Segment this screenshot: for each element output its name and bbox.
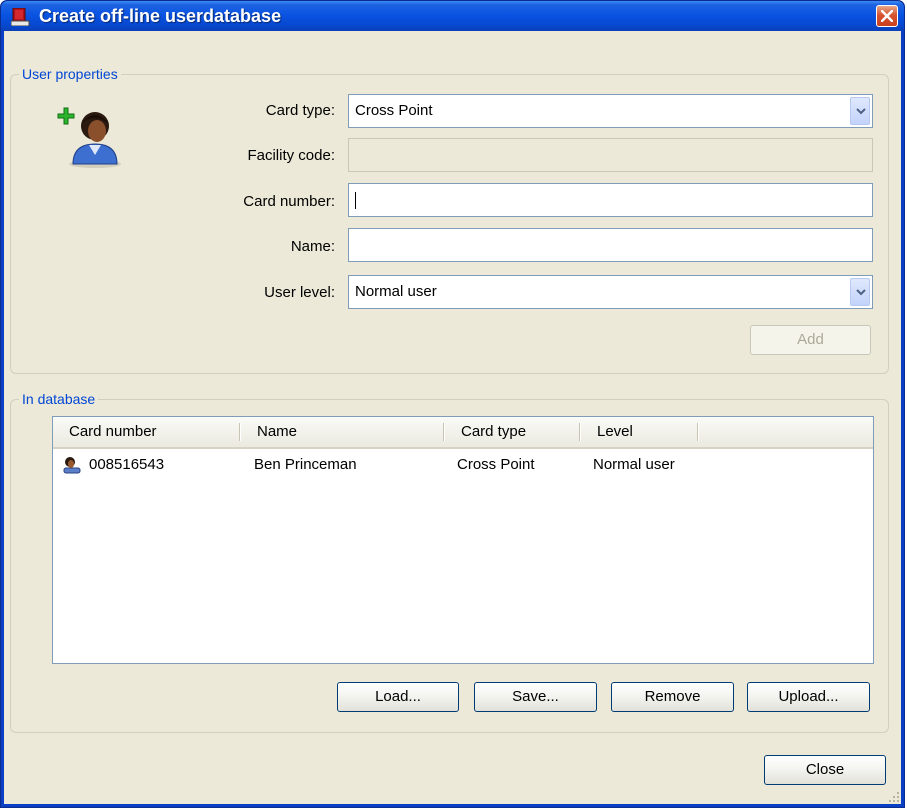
card-number-input[interactable] (348, 183, 873, 217)
card-type-dropdown[interactable]: Cross Point (348, 94, 873, 128)
close-icon (881, 10, 893, 22)
chevron-down-icon (856, 289, 866, 296)
app-icon (10, 7, 31, 27)
save-button[interactable]: Save... (474, 682, 597, 712)
cell-card-type: Cross Point (457, 456, 535, 473)
card-type-label: Card type: (265, 102, 335, 119)
user-list[interactable]: Card number Name Card type Level 0085165… (52, 416, 874, 664)
card-type-value: Cross Point (355, 102, 433, 119)
add-button[interactable]: Add (750, 325, 871, 355)
user-level-dropdown-arrow[interactable] (850, 278, 870, 306)
user-level-value: Normal user (355, 283, 437, 300)
user-level-dropdown[interactable]: Normal user (348, 275, 873, 309)
in-database-legend: In database (19, 391, 99, 407)
resize-grip[interactable] (886, 789, 900, 803)
facility-code-label: Facility code: (247, 147, 335, 164)
user-level-label: User level: (264, 284, 335, 301)
cell-level: Normal user (593, 456, 675, 473)
name-label: Name: (290, 238, 335, 255)
user-icon (63, 456, 81, 474)
user-properties-legend: User properties (19, 66, 121, 82)
add-user-icon (55, 102, 125, 170)
card-number-label: Card number: (243, 193, 335, 210)
chevron-down-icon (856, 108, 866, 115)
title-bar[interactable]: Create off-line userdatabase (1, 1, 904, 31)
card-type-dropdown-arrow[interactable] (850, 97, 870, 125)
cell-card-number: 008516543 (89, 456, 165, 473)
window-title: Create off-line userdatabase (39, 6, 282, 26)
dialog-client-area: User properties Card type: Cross Point F… (4, 31, 901, 804)
upload-button[interactable]: Upload... (747, 682, 870, 712)
close-button[interactable]: Close (764, 755, 886, 785)
name-input[interactable] (348, 228, 873, 262)
load-button[interactable]: Load... (337, 682, 459, 712)
text-cursor (355, 192, 356, 209)
dialog-window: Create off-line userdatabase User proper… (0, 0, 905, 808)
close-window-button[interactable] (876, 5, 898, 27)
remove-button[interactable]: Remove (611, 682, 734, 712)
facility-code-field[interactable] (348, 138, 873, 172)
cell-name: Ben Princeman (254, 456, 357, 473)
table-row[interactable]: 008516543 Ben Princeman Cross Point Norm… (53, 417, 873, 477)
